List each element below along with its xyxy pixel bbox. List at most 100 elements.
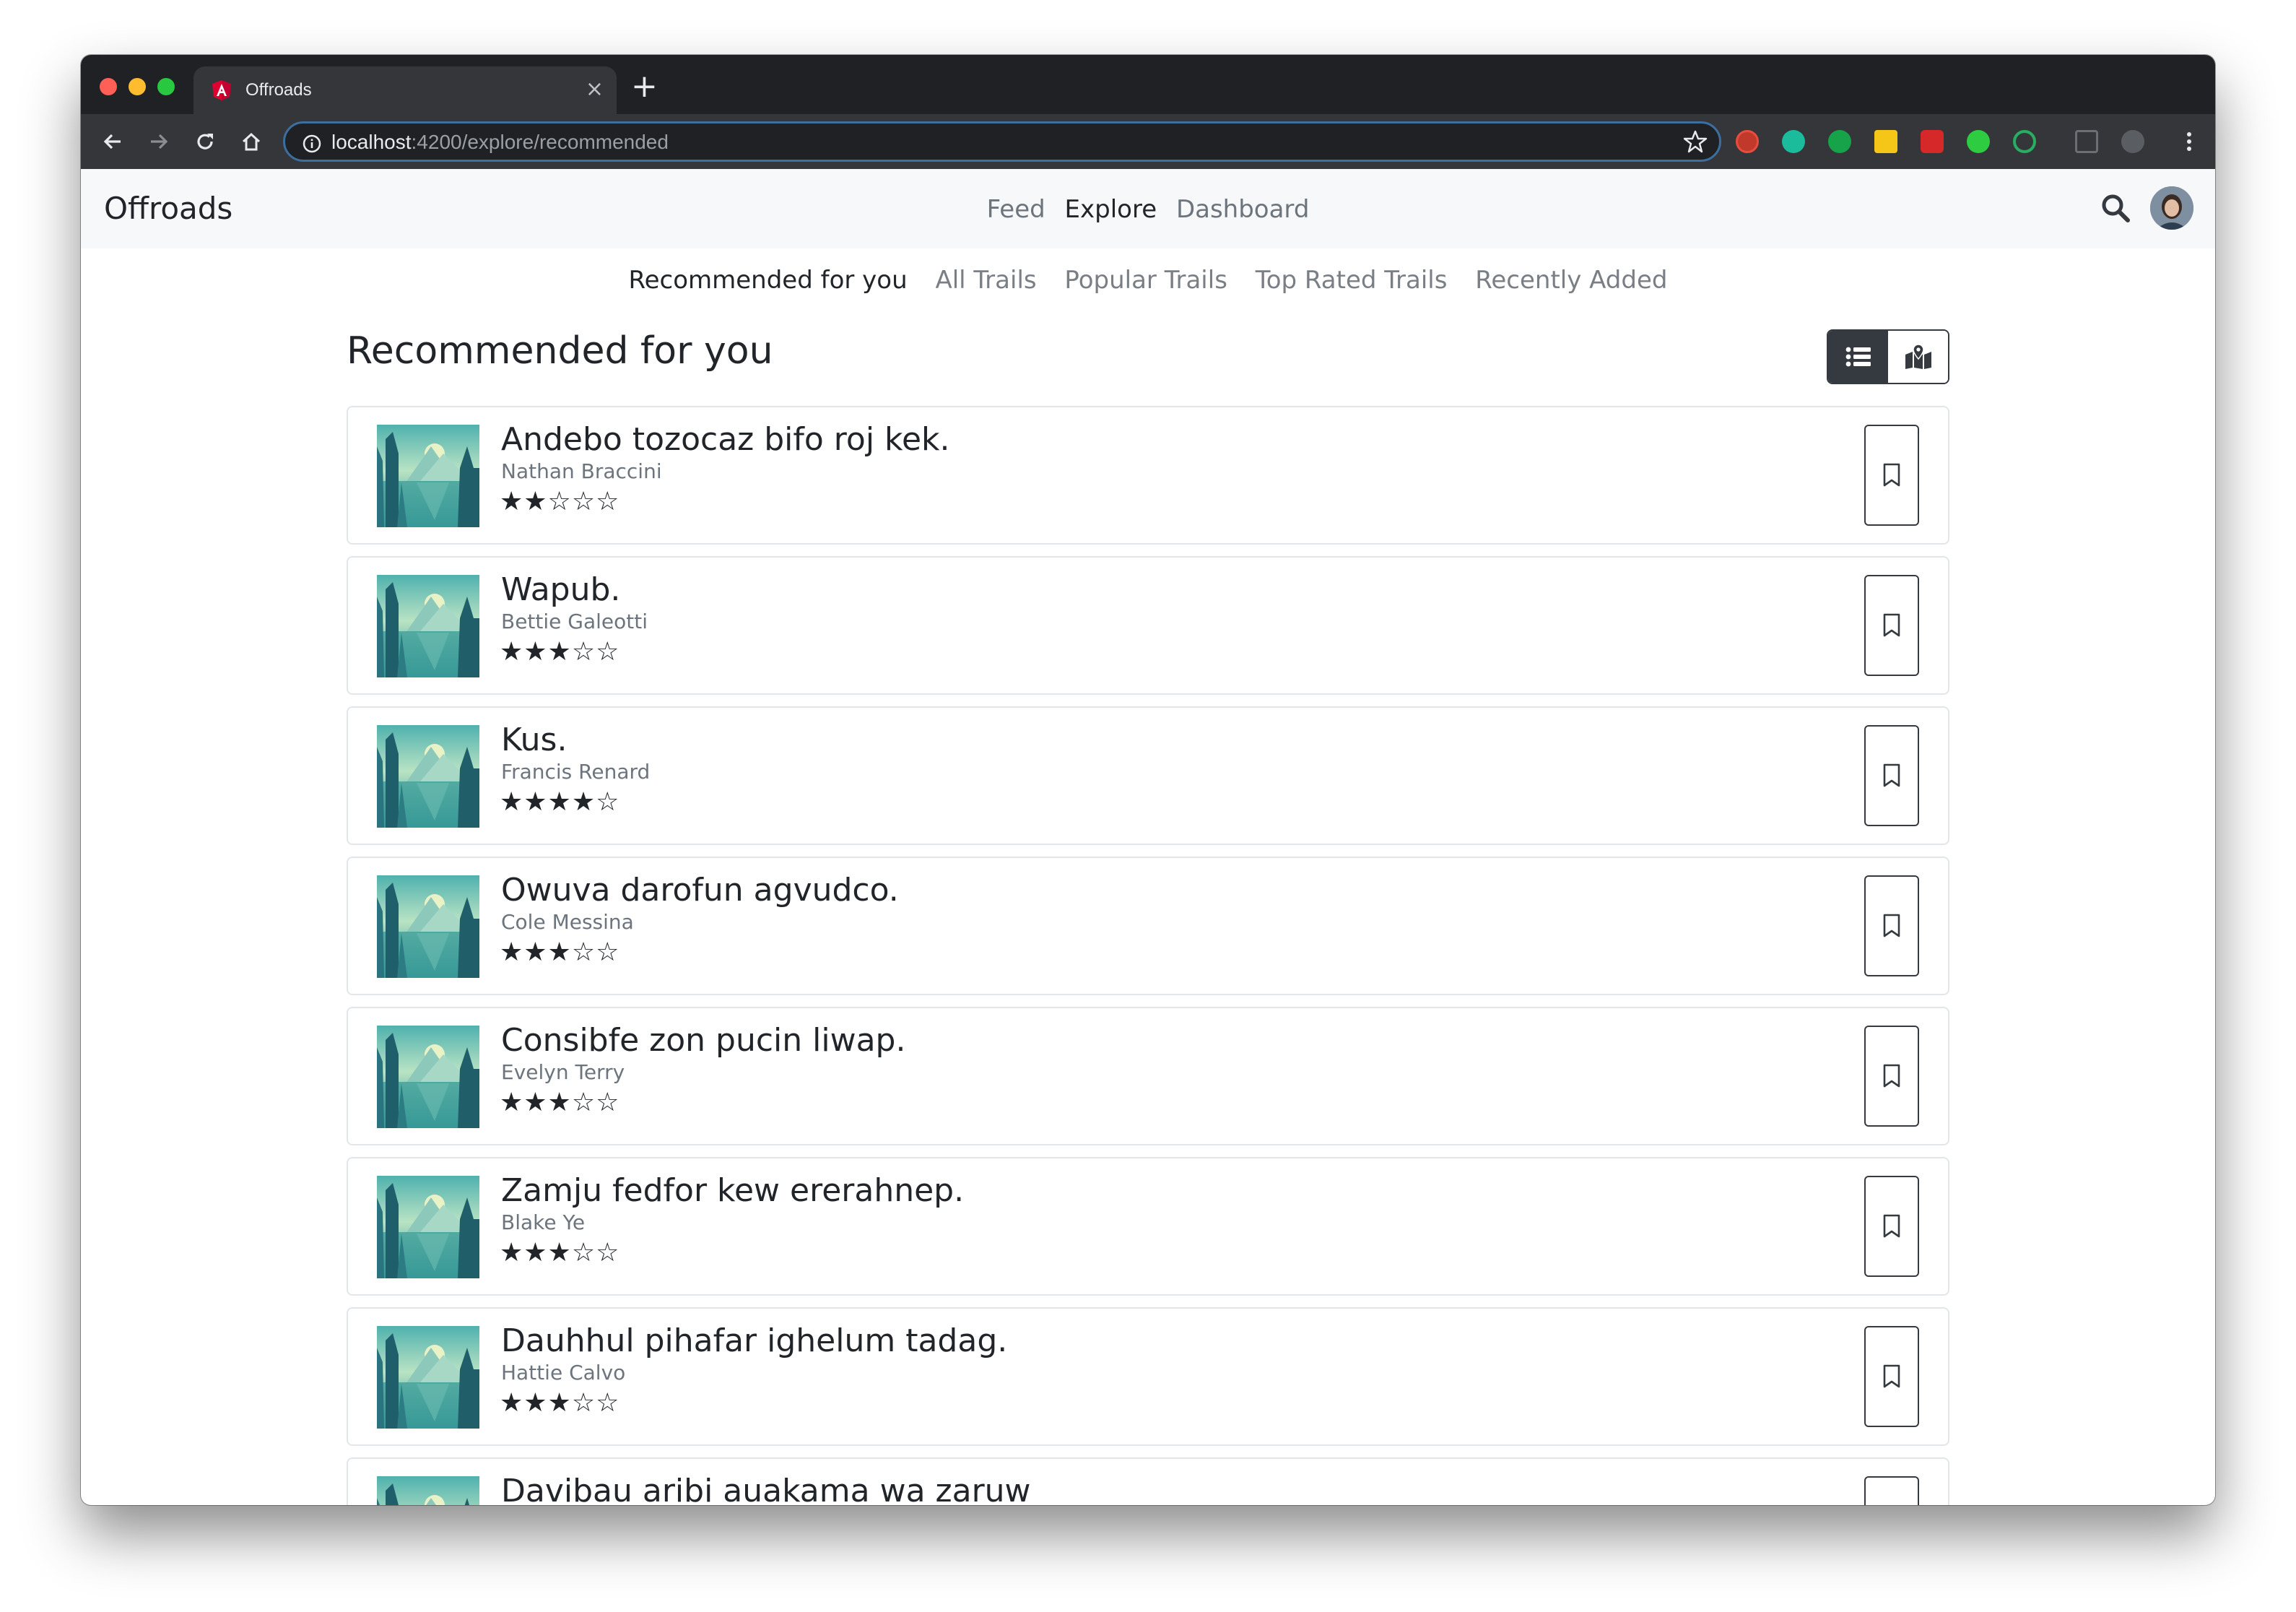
subnav-popular-trails[interactable]: Popular Trails: [1064, 266, 1227, 295]
trail-author: Francis Renard: [501, 760, 651, 784]
cast-icon[interactable]: [2075, 130, 2098, 153]
zoom-window-button[interactable]: [157, 78, 175, 95]
subnav-all-trails[interactable]: All Trails: [935, 266, 1036, 295]
back-arrow-icon: [103, 134, 121, 150]
forward-arrow-icon: [151, 134, 168, 150]
browser-tab[interactable]: Offroads ×: [193, 66, 617, 114]
trail-name[interactable]: Davibau aribi auakama wa zaruw: [501, 1472, 1031, 1505]
search-icon[interactable]: [2100, 192, 2131, 224]
home-button[interactable]: [234, 124, 269, 159]
trail-author: Cole Messina: [501, 910, 634, 934]
trail-card[interactable]: Zamju fedfor kew ererahnep. Blake Ye ★★★…: [347, 1157, 1949, 1296]
extension-icon-2[interactable]: [1782, 130, 1805, 153]
bookmark-icon: [1883, 914, 1900, 937]
extension-icon-4[interactable]: [1874, 130, 1897, 153]
angular-icon: [212, 80, 231, 100]
tab-strip: Offroads × +: [81, 55, 2215, 114]
extension-icon-1[interactable]: [1736, 130, 1759, 153]
trail-name[interactable]: Kus.: [501, 721, 567, 760]
trail-author: Hattie Calvo: [501, 1361, 626, 1384]
profile-icon[interactable]: [2121, 130, 2144, 153]
extension-icon-7[interactable]: [2013, 130, 2036, 153]
grammarly-icon[interactable]: [1828, 130, 1851, 153]
nav-explore[interactable]: Explore: [1065, 195, 1157, 224]
forward-button[interactable]: [142, 124, 176, 159]
trail-card[interactable]: Andebo tozocaz bifo roj kek. Nathan Brac…: [347, 406, 1949, 545]
browser-toolbar: localhost:4200/explore/recommended: [81, 114, 2215, 169]
page-title: Recommended for you: [347, 329, 773, 373]
bookmark-icon: [1883, 763, 1900, 787]
subnav-recently-added[interactable]: Recently Added: [1475, 266, 1667, 295]
subnav-recommended[interactable]: Recommended for you: [629, 266, 908, 295]
trail-card[interactable]: Wapub. Bettie Galeotti ★★★☆☆: [347, 556, 1949, 695]
trail-card[interactable]: Davibau aribi auakama wa zaruw: [347, 1457, 1949, 1505]
trail-thumbnail: [377, 425, 479, 527]
trail-card[interactable]: Consibfe zon pucin liwap. Evelyn Terry ★…: [347, 1007, 1949, 1145]
bookmark-button[interactable]: [1864, 575, 1919, 676]
view-toggle: [1827, 329, 1949, 384]
main-nav: Feed Explore Dashboard: [81, 194, 2215, 225]
close-tab-icon[interactable]: ×: [586, 77, 604, 103]
trail-name[interactable]: Andebo tozocaz bifo roj kek.: [501, 420, 950, 459]
reload-icon: [197, 134, 213, 150]
star-rating: ★★★☆☆: [500, 937, 620, 967]
bookmark-button[interactable]: [1864, 1176, 1919, 1277]
new-tab-button[interactable]: +: [631, 69, 658, 104]
extension-icon-5[interactable]: [1921, 130, 1944, 153]
reload-button[interactable]: [188, 124, 222, 159]
subnav-top-rated-trails[interactable]: Top Rated Trails: [1256, 266, 1448, 295]
trail-author: Nathan Braccini: [501, 459, 662, 483]
address-bar[interactable]: localhost:4200/explore/recommended: [283, 121, 1721, 162]
app-navbar: Offroads Feed Explore Dashboard: [81, 169, 2215, 248]
bookmark-button[interactable]: [1864, 875, 1919, 976]
trail-name[interactable]: Dauhhul pihafar ighelum tadag.: [501, 1322, 1007, 1361]
trail-thumbnail: [377, 575, 479, 677]
bookmark-icon: [1883, 613, 1900, 637]
trail-thumbnail: [377, 875, 479, 978]
trail-thumbnail: [377, 1176, 479, 1278]
trail-card[interactable]: Owuva darofun agvudco. Cole Messina ★★★☆…: [347, 857, 1949, 995]
list-view-button[interactable]: [1828, 331, 1888, 383]
list-icon: [1845, 347, 1871, 367]
bookmark-icon: [1883, 1064, 1900, 1088]
url-text: localhost:4200/explore/recommended: [331, 130, 669, 155]
trail-author: Bettie Galeotti: [501, 610, 648, 633]
trail-thumbnail: [377, 1026, 479, 1128]
bookmark-button[interactable]: [1864, 1326, 1919, 1427]
minimize-window-button[interactable]: [129, 78, 146, 95]
star-rating: ★★★☆☆: [500, 637, 620, 667]
browser-menu-button[interactable]: [2172, 124, 2206, 159]
trail-name[interactable]: Zamju fedfor kew ererahnep.: [501, 1171, 964, 1210]
back-button[interactable]: [95, 124, 130, 159]
trail-author: Evelyn Terry: [501, 1060, 625, 1084]
trail-name[interactable]: Wapub.: [501, 571, 620, 610]
bookmark-button[interactable]: [1864, 725, 1919, 826]
nav-dashboard[interactable]: Dashboard: [1176, 195, 1309, 224]
trail-card[interactable]: Dauhhul pihafar ighelum tadag. Hattie Ca…: [347, 1307, 1949, 1446]
star-rating: ★★★☆☆: [500, 1088, 620, 1117]
explore-subnav: Recommended for you All Trails Popular T…: [81, 264, 2215, 296]
map-view-button[interactable]: [1888, 331, 1948, 383]
trail-thumbnail: [377, 1476, 479, 1505]
bookmark-button[interactable]: [1864, 1026, 1919, 1127]
star-rating: ★★★☆☆: [500, 1388, 620, 1418]
trail-card[interactable]: Kus. Francis Renard ★★★★☆: [347, 706, 1949, 845]
close-window-button[interactable]: [100, 78, 117, 95]
bookmark-button[interactable]: [1864, 1476, 1919, 1505]
browser-window: Offroads × + localhost:4200/explore/reco…: [81, 55, 2215, 1505]
info-icon[interactable]: [301, 133, 323, 155]
trail-list: Andebo tozocaz bifo roj kek. Nathan Brac…: [347, 406, 1949, 1505]
user-avatar-icon: [2150, 186, 2193, 230]
map-icon: [1905, 344, 1931, 369]
bookmark-icon: [1883, 1364, 1900, 1388]
bookmark-button[interactable]: [1864, 425, 1919, 526]
avatar[interactable]: [2150, 186, 2193, 230]
home-icon: [242, 132, 261, 151]
more-vertical-icon: [2187, 132, 2191, 151]
trail-name[interactable]: Owuva darofun agvudco.: [501, 871, 899, 910]
bookmark-star-icon[interactable]: [1683, 129, 1708, 154]
bookmark-icon: [1883, 1214, 1900, 1238]
nav-feed[interactable]: Feed: [987, 195, 1045, 224]
evernote-icon[interactable]: [1967, 130, 1990, 153]
trail-name[interactable]: Consibfe zon pucin liwap.: [501, 1021, 905, 1060]
